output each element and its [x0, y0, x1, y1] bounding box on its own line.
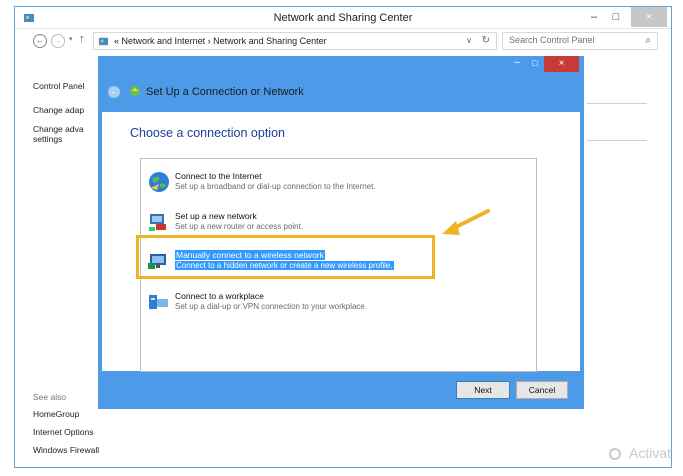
option-title: Connect to a workplace	[175, 291, 264, 301]
setup-connection-dialog: – □ × ← Set Up a Connection or Network C…	[98, 56, 584, 409]
refresh-icon[interactable]: ↻	[482, 35, 490, 46]
recent-locations-icon[interactable]: ▾	[69, 35, 73, 43]
workplace-icon	[149, 295, 168, 309]
maximize-button[interactable]: □	[605, 7, 627, 27]
activation-text: Activat	[628, 445, 671, 461]
divider	[587, 140, 647, 141]
dialog-title-bar: – □ ×	[98, 56, 584, 74]
control-panel-icon	[98, 37, 109, 46]
breadcrumb-separator[interactable]: ›	[208, 36, 211, 46]
sidebar-link-settings[interactable]: settings	[33, 134, 62, 144]
search-box[interactable]: ⌕	[502, 32, 658, 50]
globe-icon	[149, 172, 169, 192]
breadcrumb-network-sharing-center[interactable]: Network and Sharing Center	[213, 36, 327, 46]
breadcrumb-overflow[interactable]: «	[114, 36, 119, 46]
divider	[587, 103, 647, 104]
up-arrow-icon[interactable]: ↑	[79, 33, 85, 45]
search-input[interactable]	[509, 35, 635, 45]
back-button[interactable]: ←	[33, 34, 47, 48]
dialog-footer: Next Cancel	[98, 371, 584, 409]
sidebar-link-change-advanced[interactable]: Change adva	[33, 124, 84, 134]
sidebar-link-control-panel[interactable]: Control Panel	[33, 81, 85, 91]
dialog-heading: Choose a connection option	[130, 126, 285, 140]
title-bar: Network and Sharing Center – □ ×	[15, 7, 671, 29]
forward-button[interactable]: →	[51, 34, 65, 48]
chevron-down-icon[interactable]: ∨	[466, 36, 472, 45]
option-description: Set up a dial-up or VPN connection to yo…	[175, 302, 368, 311]
sidebar: Control Panel Change adap Change adva se…	[15, 53, 99, 467]
address-bar: ← → ▾ ↑ « Network and Internet › Network…	[15, 29, 671, 53]
address-field[interactable]: « Network and Internet › Network and Sha…	[93, 32, 497, 50]
dialog-maximize-button[interactable]: □	[526, 56, 544, 72]
router-icon	[149, 214, 166, 231]
sidebar-link-windows-firewall[interactable]: Windows Firewall	[33, 445, 99, 455]
option-description: Set up a new router or access point.	[175, 222, 304, 231]
sidebar-link-change-adapter[interactable]: Change adap	[33, 105, 84, 115]
breadcrumb: « Network and Internet › Network and Sha…	[114, 36, 327, 46]
cancel-button[interactable]: Cancel	[516, 381, 568, 399]
search-icon[interactable]: ⌕	[645, 35, 651, 46]
close-button[interactable]: ×	[631, 7, 667, 27]
option-title: Set up a new network	[175, 211, 257, 221]
next-button[interactable]: Next	[456, 381, 510, 399]
breadcrumb-network-internet[interactable]: Network and Internet	[122, 36, 206, 46]
highlight-box	[136, 235, 435, 279]
dialog-header: ← Set Up a Connection or Network	[98, 74, 584, 112]
sidebar-link-internet-options[interactable]: Internet Options	[33, 427, 93, 437]
network-setup-icon	[130, 86, 140, 96]
minimize-button[interactable]: –	[583, 7, 605, 27]
option-connect-internet[interactable]: Connect to the Internet Set up a broadba…	[147, 169, 531, 199]
activation-watermark: Activat	[608, 445, 671, 461]
activation-icon	[608, 448, 621, 461]
back-arrow-icon[interactable]: ←	[108, 86, 120, 98]
pointer-arrow-icon	[442, 209, 490, 235]
sidebar-link-homegroup[interactable]: HomeGroup	[33, 409, 79, 419]
window-title: Network and Sharing Center	[273, 12, 413, 24]
dialog-minimize-button[interactable]: –	[508, 56, 526, 72]
dialog-title: Set Up a Connection or Network	[146, 86, 304, 98]
option-description: Set up a broadband or dial-up connection…	[175, 182, 376, 191]
dialog-close-button[interactable]: ×	[544, 56, 579, 72]
see-also-heading: See also	[33, 392, 67, 402]
option-title: Connect to the Internet	[175, 171, 262, 181]
option-workplace[interactable]: Connect to a workplace Set up a dial-up …	[147, 289, 531, 319]
